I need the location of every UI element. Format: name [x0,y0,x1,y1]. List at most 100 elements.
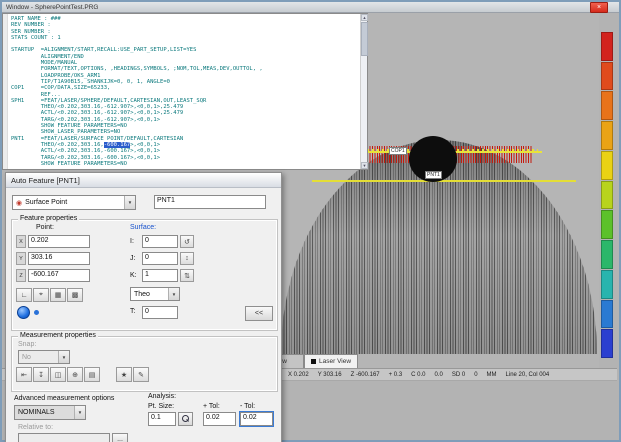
scale-segment [601,329,613,358]
k-vector-button[interactable]: ⇅ [180,269,194,282]
tab-laser-view[interactable]: Laser View [304,354,358,368]
surface-link[interactable]: Surface: [130,224,156,231]
relative-to-label: Relative to: [18,424,53,431]
scale-segment [601,300,613,329]
feature-type-combo[interactable]: ◉ Surface Point ▼ [12,195,136,210]
deviation-color-scale [601,32,613,358]
i-field[interactable]: 0 [142,235,178,248]
grid-button[interactable]: ▦ [50,288,66,302]
scale-segment [601,32,613,61]
surface-point-icon: ◉ [16,199,22,207]
measurement-properties-group: Measurement properties Snap: No ▼ ⇤ ↧ ◫ … [11,336,278,392]
scrollbar-thumb[interactable] [361,22,368,56]
auto-feature-dialog: Auto Feature [PNT1] ◉ Surface Point ▼ PN… [5,172,282,442]
status-item: Y 303.16 [318,372,342,378]
snap-combo[interactable]: No ▼ [18,350,70,364]
i-vector-button[interactable]: ↺ [180,235,194,248]
t-label: T: [130,308,135,315]
status-item: C 0.0 [411,372,425,378]
scale-segment [601,151,613,180]
status-item: SD 0 [452,372,465,378]
x-axis-button[interactable]: X [16,235,26,248]
nominals-combo[interactable]: NOMINALS ▼ [14,405,86,420]
j-vector-button[interactable]: ↕ [180,252,194,265]
theo-chevron-down-icon[interactable]: ▼ [168,288,179,300]
nominals-value: NOMINALS [18,409,55,416]
scrollbar-up-button[interactable]: ▲ [361,14,368,21]
pt-size-label: Pt. Size: [148,403,174,410]
chevron-down-icon[interactable]: ▼ [124,196,135,209]
pt-size-field[interactable]: 0.1 [148,412,176,426]
snap-label: Snap: [18,341,36,348]
x-field[interactable]: 0.202 [28,235,90,248]
pnt1-feature-label: PNT1 [425,171,442,179]
measure-now-button[interactable] [17,306,30,319]
i-label: I: [130,238,134,245]
target-button[interactable]: ⌖ [33,288,49,302]
dialog-title: Auto Feature [PNT1] [11,176,80,185]
status-item: Z -600.167 [351,372,380,378]
theo-value: Theo [134,291,150,298]
k-field[interactable]: 1 [142,269,178,282]
scale-segment [601,240,613,269]
theo-combo[interactable]: Theo ▼ [130,287,180,301]
app-window: Window - SpherePointTest.PRG × COP1 PNT1… [0,0,621,442]
close-button[interactable]: × [590,2,608,13]
clipping-box-button[interactable]: ◫ [50,367,66,382]
filter-button[interactable]: ▤ [84,367,100,382]
code-editor[interactable]: PART NAME : ###REV NUMBER : SER NUMBER :… [2,13,368,170]
plus-tol-label: + Tol: [203,403,220,410]
k-label: K: [130,272,137,279]
favorites-button[interactable]: ★ [116,367,132,382]
scale-segment [601,181,613,210]
plus-tol-field[interactable]: 0.02 [203,412,236,426]
advanced-options-label: Advanced measurement options [14,395,114,402]
scale-segment [601,270,613,299]
magnifier-button[interactable] [178,412,193,426]
minus-tol-field[interactable]: 0.02 [240,412,273,426]
y-field[interactable]: 303.16 [28,252,90,265]
collapse-button[interactable]: << [245,306,273,321]
depth-button[interactable]: ↧ [33,367,49,382]
scan-direction-button[interactable]: ⇤ [16,367,32,382]
scrollbar-down-button[interactable]: ▼ [361,162,368,169]
status-item: Line 20, Col 004 [506,372,550,378]
status-item: X 0.202 [288,372,309,378]
tab-laser-view-label: Laser View [319,358,351,365]
laser-view-icon [311,359,316,364]
minus-tol-label: - Tol: [240,403,255,410]
j-field[interactable]: 0 [142,252,178,265]
editor-scrollbar[interactable]: ▲ ▼ [360,14,367,169]
code-lines[interactable]: PART NAME : ###REV NUMBER : SER NUMBER :… [8,14,360,169]
snap-chevron-down-icon[interactable]: ▼ [58,351,69,363]
window-title: Window - SpherePointTest.PRG [6,4,98,11]
browse-button[interactable]: ... [112,433,128,442]
z-field[interactable]: -600.167 [28,269,90,282]
j-label: J: [130,255,135,262]
z-axis-button[interactable]: Z [16,269,26,282]
pattern-button[interactable]: ▩ [67,288,83,302]
scale-segment [601,91,613,120]
t-field[interactable]: 0 [142,306,178,319]
feature-properties-group: Feature properties Point: Surface: X 0.2… [11,219,278,331]
edit-button[interactable]: ✎ [133,367,149,382]
angle-snap-button[interactable]: ∟ [16,288,32,302]
code-line: SHOW FEATURE PARAMETERS=NO [11,161,359,167]
selected-text: -600.167 [104,142,131,148]
status-item: 0.0 [435,372,443,378]
status-item: 0 [474,372,477,378]
scale-segment [601,121,613,150]
y-axis-button[interactable]: Y [16,252,26,265]
feature-properties-label: Feature properties [18,215,79,222]
titlebar: Window - SpherePointTest.PRG [2,2,619,13]
analysis-label: Analysis: [148,393,176,400]
snap-value: No [22,354,31,361]
nominals-chevron-down-icon[interactable]: ▼ [74,406,85,419]
point-label: Point: [36,224,54,231]
magnifier-icon [182,415,190,423]
relative-to-field[interactable] [18,433,110,442]
dialog-titlebar[interactable]: Auto Feature [PNT1] [6,173,281,188]
measurement-properties-label: Measurement properties [18,332,98,339]
add-zone-button[interactable]: ⊕ [67,367,83,382]
feature-name-input[interactable]: PNT1 [154,195,266,209]
